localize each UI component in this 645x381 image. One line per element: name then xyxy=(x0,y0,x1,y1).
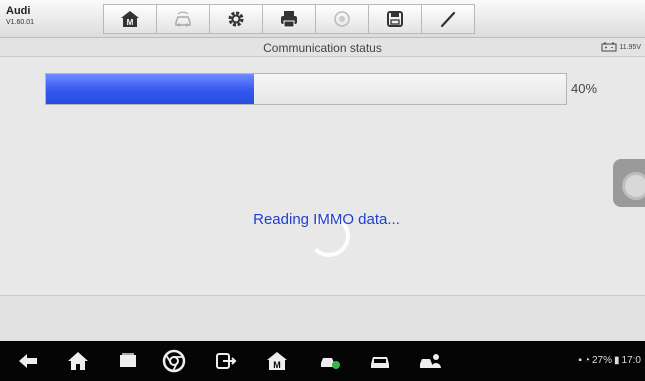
remote-support-button[interactable] xyxy=(418,349,442,373)
help-button[interactable] xyxy=(315,4,369,34)
back-button[interactable] xyxy=(16,349,40,373)
progress-fill xyxy=(46,74,254,104)
vci-connect-button[interactable] xyxy=(214,349,238,373)
chrome-icon xyxy=(162,349,186,373)
save-button[interactable] xyxy=(368,4,422,34)
clock: 17:0 xyxy=(621,355,641,366)
back-arrow-icon xyxy=(19,354,37,368)
app-name: Audi xyxy=(6,5,31,17)
status-message: Reading IMMO data... xyxy=(253,211,400,228)
wifi-icon: ◔ xyxy=(583,355,590,366)
battery-voltage: 11.95V xyxy=(619,43,641,51)
vehicle-swap-button[interactable] xyxy=(156,4,210,34)
edit-button[interactable] xyxy=(421,4,475,34)
vehicle-button[interactable] xyxy=(368,349,392,373)
floating-menu-handle[interactable] xyxy=(613,159,645,207)
android-navigation-bar: M ▪ ◔ 27% ▮ 17:0 xyxy=(0,341,645,381)
save-icon xyxy=(387,11,403,27)
battery-icon xyxy=(601,42,617,52)
home-m-icon: M xyxy=(267,352,287,370)
battery-icon: ▮ xyxy=(614,355,620,366)
vci-connection-icon xyxy=(216,353,237,369)
chrome-button[interactable] xyxy=(162,349,186,373)
vehicle-swap-icon xyxy=(175,11,191,27)
status-title: Communication status xyxy=(263,41,382,55)
battery-percent: 27% xyxy=(592,355,613,366)
settings-button[interactable] xyxy=(209,4,263,34)
svg-text:M: M xyxy=(273,360,281,370)
vehicle-service-button[interactable] xyxy=(318,349,342,373)
print-icon xyxy=(281,11,297,28)
system-status-area: ▪ ◔ 27% ▮ 17:0 xyxy=(576,355,641,366)
svg-text:M: M xyxy=(127,18,134,27)
main-content: 40% Reading IMMO data... xyxy=(0,57,645,295)
home-m-icon: M xyxy=(121,11,139,27)
help-icon xyxy=(334,11,350,27)
home-nav-button[interactable] xyxy=(66,349,90,373)
gear-icon xyxy=(228,11,244,27)
remote-car-icon xyxy=(420,354,441,368)
car-service-icon xyxy=(321,358,340,369)
app-version: V1.60.01 xyxy=(6,19,35,26)
recent-apps-icon xyxy=(120,353,136,367)
progress-percent: 40% xyxy=(571,81,598,96)
message-icon: ▪ xyxy=(578,355,582,366)
top-toolbar: Audi V1.60.01 M xyxy=(0,0,645,38)
print-button[interactable] xyxy=(262,4,316,34)
battery-indicator: 11.95V xyxy=(601,42,641,52)
pen-icon xyxy=(440,11,456,28)
communication-status-bar: Communication status 11.95V xyxy=(0,38,645,57)
car-icon xyxy=(371,357,389,368)
recent-apps-button[interactable] xyxy=(116,349,140,373)
home-button[interactable]: M xyxy=(103,4,157,34)
home-icon xyxy=(68,352,88,370)
home-m-nav-button[interactable]: M xyxy=(265,349,289,373)
bottom-button-area xyxy=(0,295,645,341)
progress-bar xyxy=(45,73,567,105)
toolbar-buttons: M xyxy=(103,4,475,34)
